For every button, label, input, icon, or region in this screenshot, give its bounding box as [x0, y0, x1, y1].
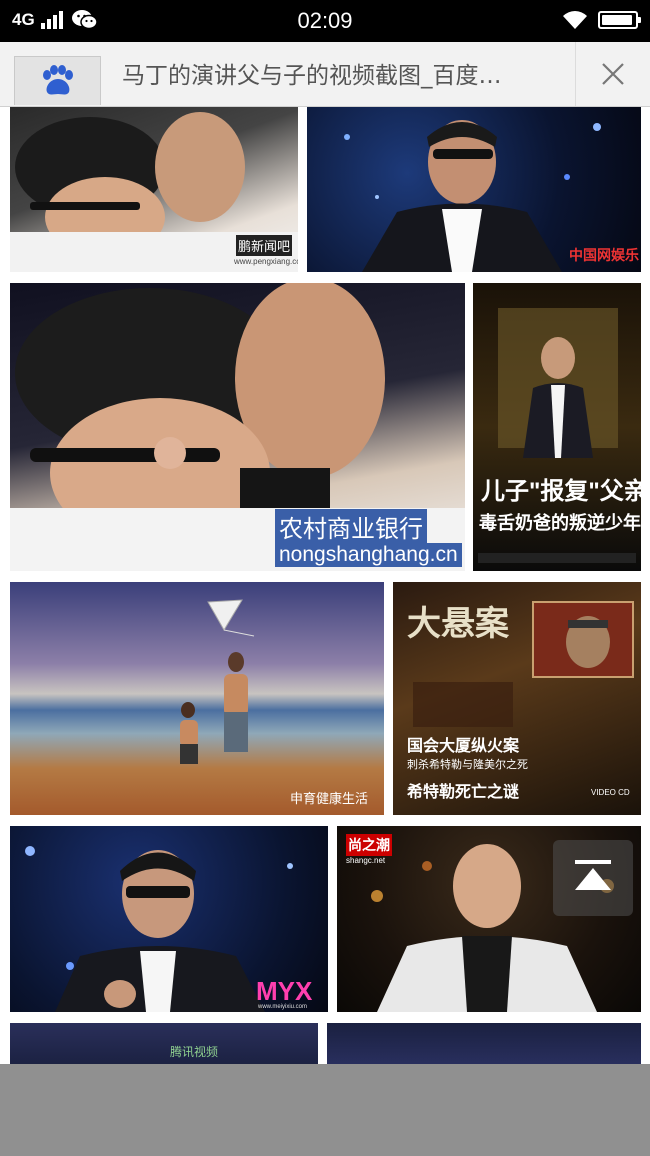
image-result-7[interactable]: MYX www.meiyixiu.com: [10, 826, 328, 1012]
battery-icon: [598, 11, 641, 29]
image-watermark: MYX: [256, 976, 313, 1006]
clock: 02:09: [297, 8, 353, 33]
image-watermark-url: shangc.net: [346, 856, 386, 865]
close-icon: [602, 63, 624, 85]
image-watermark-url: www.pengxiang.cc: [234, 257, 298, 266]
image-result-5[interactable]: 申育健康生活: [10, 582, 384, 815]
back-to-top-button[interactable]: [553, 840, 633, 916]
image-watermark: 鹏新闻吧: [236, 235, 293, 256]
browser-tab-bar: 马丁的演讲父与子的视频截图_百度…: [0, 42, 650, 107]
image-watermark-url: www.meiyixiu.com: [258, 1004, 308, 1010]
close-tab-button[interactable]: [575, 42, 650, 106]
tab-favicon[interactable]: [14, 56, 101, 105]
image-watermark: 尚之潮: [346, 834, 392, 856]
image-result-4[interactable]: 儿子"报复"父亲 毒舌奶爸的叛逆少年时: [473, 283, 641, 571]
status-right: [562, 10, 641, 30]
image-result-3[interactable]: 农村商业银行 nongshanghang.cn: [10, 283, 465, 571]
image-result-6[interactable]: 大悬案 国会大厦纵火案 刺杀希特勒与隆美尔之死 希特勒死亡之谜 VIDEO CD: [393, 582, 641, 815]
wifi-icon: [563, 11, 587, 29]
image-watermark: 中国网娱乐: [569, 247, 639, 263]
baidu-paw-icon: [43, 65, 73, 95]
poster-line2: 刺杀希特勒与隆美尔之死: [407, 759, 528, 771]
image-watermark-url: nongshanghang.cn: [275, 543, 462, 567]
arrow-up-to-top-icon: [575, 860, 611, 890]
poster-caption-line1: 儿子"报复"父亲: [481, 478, 641, 505]
image-watermark: 农村商业银行: [275, 509, 427, 544]
poster-line3: 希特勒死亡之谜: [407, 784, 520, 801]
photo-thumbnail: [180, 599, 255, 764]
status-bar: 4G 02:09: [0, 0, 650, 42]
poster-badge: VIDEO CD: [591, 788, 630, 797]
image-result-2[interactable]: 中国网娱乐: [307, 107, 641, 272]
poster-line1: 国会大厦纵火案: [407, 738, 520, 755]
poster-caption-line2: 毒舌奶爸的叛逆少年时: [479, 513, 641, 533]
tab-title[interactable]: 马丁的演讲父与子的视频截图_百度…: [122, 56, 572, 90]
image-result-1[interactable]: 鹏新闻吧 www.pengxiang.cc: [10, 107, 298, 272]
image-result-9[interactable]: 腾讯视频: [10, 1023, 318, 1068]
bottom-toolbar: [0, 1064, 650, 1156]
poster-title: 大悬案: [407, 605, 509, 643]
image-watermark: 腾讯视频: [170, 1045, 219, 1059]
image-watermark: 申育健康生活: [290, 791, 369, 806]
image-result-10[interactable]: [327, 1023, 641, 1068]
